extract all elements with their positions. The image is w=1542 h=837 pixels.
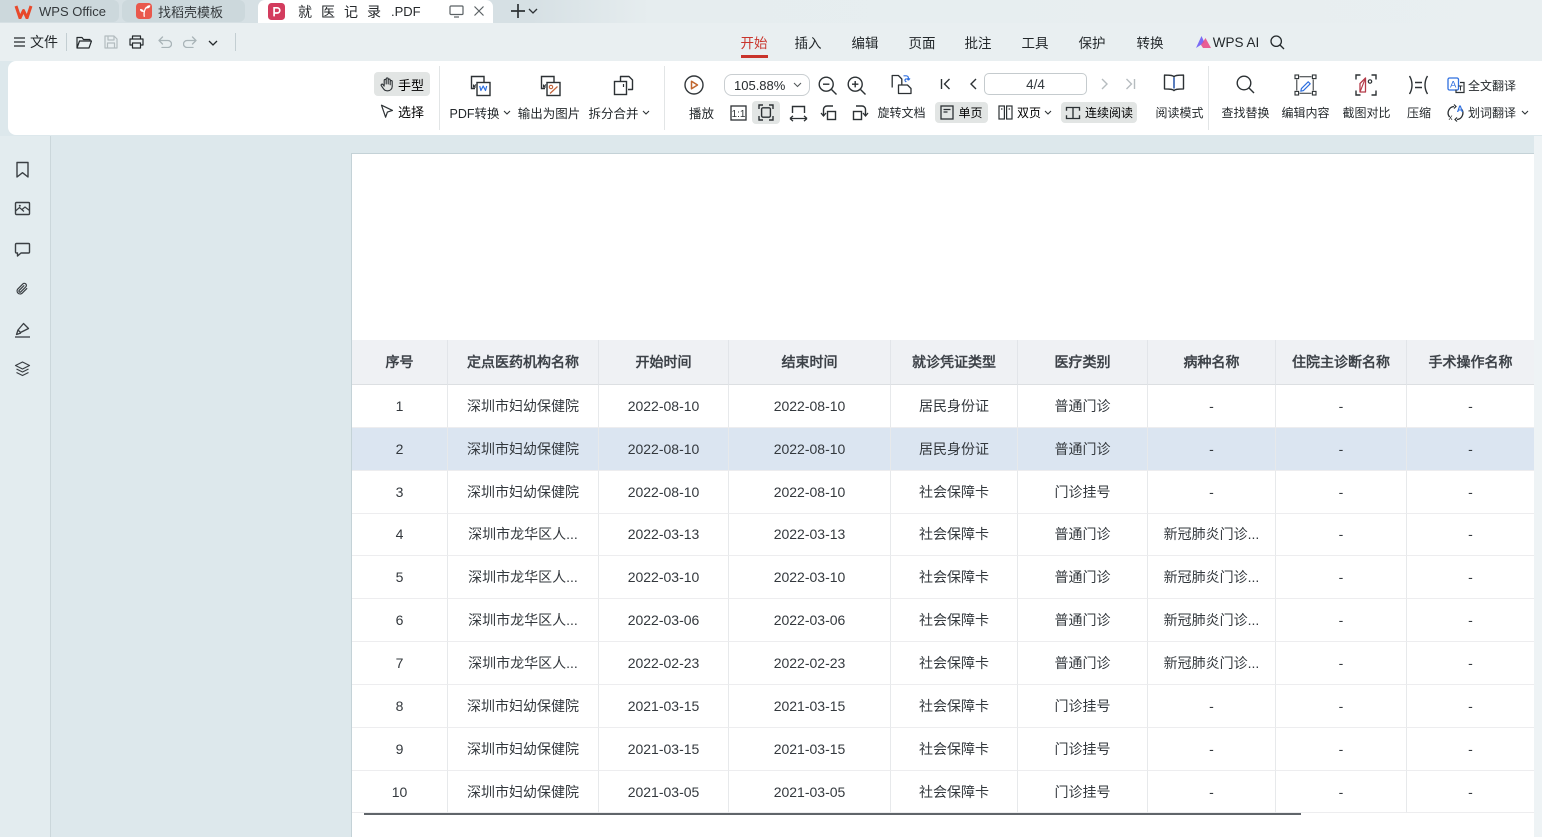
svg-text:A: A bbox=[1450, 80, 1457, 91]
svg-text:1:1: 1:1 bbox=[732, 109, 746, 120]
svg-text:x: x bbox=[1449, 113, 1453, 122]
svg-text:A: A bbox=[1457, 104, 1464, 114]
